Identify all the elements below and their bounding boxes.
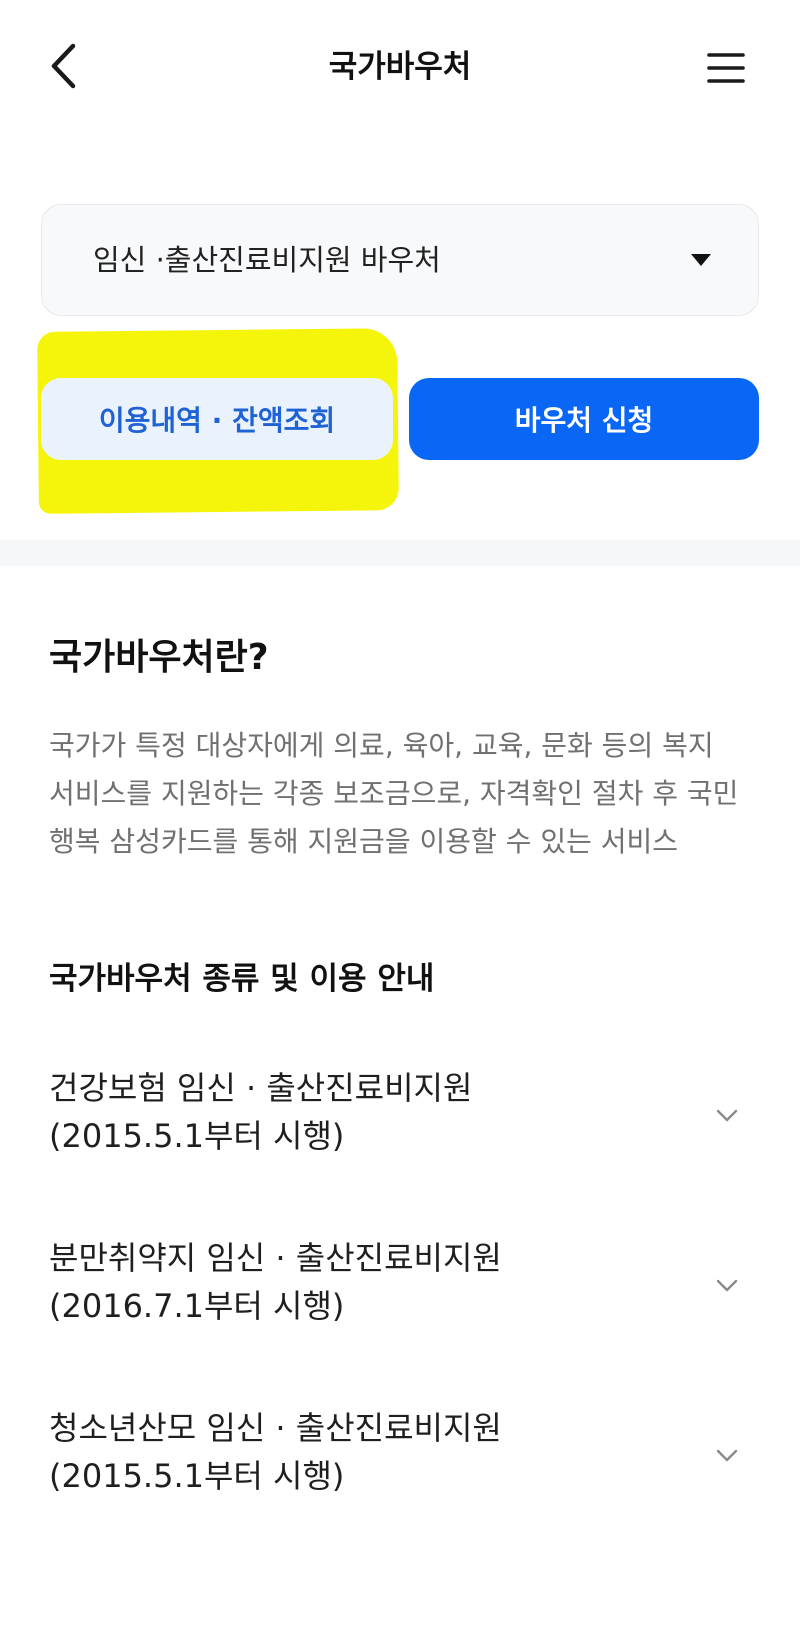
accordion-toggle[interactable] (713, 1272, 741, 1300)
guide-title: 국가바우처 종류 및 이용 안내 (49, 961, 435, 997)
usage-balance-button[interactable]: 이용내역 · 잔액조회 (41, 378, 393, 460)
chevron-down-icon (716, 1279, 738, 1292)
app-header: 국가바우처 (0, 0, 800, 130)
voucher-select-dropdown[interactable]: 임신 ·출산진료비지원 바우처 (41, 204, 759, 316)
accordion-item-date: (2015.5.1부터 시행) (49, 1457, 345, 1495)
hamburger-menu-icon (707, 53, 745, 83)
about-title: 국가바우처란? (49, 637, 269, 678)
accordion-item-date: (2016.7.1부터 시행) (49, 1287, 345, 1325)
about-description: 국가가 특정 대상자에게 의료, 육아, 교육, 문화 등의 복지 서비스를 지… (49, 729, 739, 858)
accordion-item-teen-mother[interactable]: 청소년산모 임신 · 출산진료비지원 (2015.5.1부터 시행) (49, 1404, 760, 1514)
voucher-select-value: 임신 ·출산진료비지원 바우처 (93, 243, 441, 277)
back-button[interactable] (38, 38, 88, 94)
accordion-item-delivery-vulnerable[interactable]: 분만취약지 임신 · 출산진료비지원 (2016.7.1부터 시행) (49, 1234, 760, 1344)
caret-down-icon (691, 254, 711, 266)
chevron-down-icon (716, 1449, 738, 1462)
accordion-toggle[interactable] (713, 1442, 741, 1470)
accordion-item-title: 청소년산모 임신 · 출산진료비지원 (49, 1409, 502, 1447)
accordion-item-label: 청소년산모 임신 · 출산진료비지원 (2015.5.1부터 시행) (49, 1404, 669, 1500)
accordion-item-title: 건강보험 임신 · 출산진료비지원 (49, 1069, 473, 1107)
accordion-item-date: (2015.5.1부터 시행) (49, 1117, 345, 1155)
accordion-item-health-insurance[interactable]: 건강보험 임신 · 출산진료비지원 (2015.5.1부터 시행) (49, 1064, 760, 1174)
voucher-apply-button[interactable]: 바우처 신청 (409, 378, 759, 460)
accordion-item-label: 건강보험 임신 · 출산진료비지원 (2015.5.1부터 시행) (49, 1064, 669, 1160)
chevron-left-icon (51, 43, 76, 89)
chevron-down-icon (716, 1109, 738, 1122)
menu-button[interactable] (700, 44, 752, 92)
accordion-toggle[interactable] (713, 1102, 741, 1130)
section-divider (0, 540, 800, 566)
dropdown-arrow (686, 245, 716, 275)
page-title: 국가바우처 (328, 49, 472, 85)
accordion-item-title: 분만취약지 임신 · 출산진료비지원 (49, 1239, 502, 1277)
accordion-item-label: 분만취약지 임신 · 출산진료비지원 (2016.7.1부터 시행) (49, 1234, 669, 1330)
